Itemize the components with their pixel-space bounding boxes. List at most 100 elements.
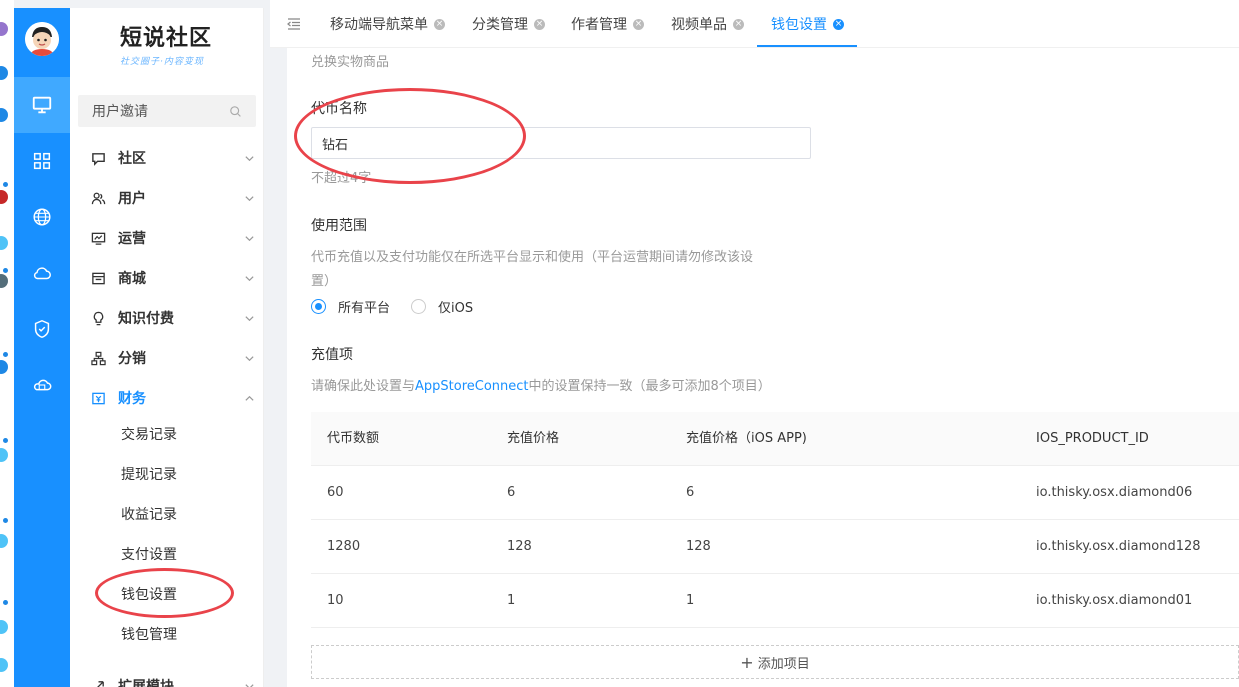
background-app-icon (0, 66, 8, 80)
rail-item-cloud[interactable] (14, 245, 70, 301)
radio-dot (311, 299, 326, 314)
menu-group-knowledge[interactable]: 知识付费 (70, 298, 264, 338)
app-root: 短说社区 社交圈子·内容变现 用户邀请 社区 用户 运营 商城 知识付费 分销 … (0, 0, 1239, 687)
menu-group-operations[interactable]: 运营 (70, 218, 264, 258)
tree-icon (90, 350, 106, 366)
recharge-label: 充值项 (311, 347, 353, 363)
extension-icon (90, 678, 106, 687)
brand-slogan: 社交圈子·内容变现 (120, 57, 204, 67)
icon-rail (14, 8, 70, 687)
tab-author-management[interactable]: 作者管理 × (571, 0, 644, 48)
background-dot (3, 438, 8, 443)
background-edge-strip (0, 0, 14, 687)
tab-wallet-settings[interactable]: 钱包设置 × (771, 0, 844, 48)
menu-group-finance[interactable]: 财务 (70, 378, 264, 418)
menu-collapse-icon[interactable] (286, 16, 302, 32)
submenu-item-wallet-management[interactable]: 钱包管理 (121, 615, 177, 655)
background-dot (3, 182, 8, 187)
background-app-icon (0, 22, 8, 36)
radio-dot (411, 299, 426, 314)
table-row[interactable]: 60 6 6 io.thisky.osx.diamond06 (311, 466, 1239, 520)
table-cell: 1280 (327, 539, 361, 554)
table-header-cell: IOS_PRODUCT_ID (1036, 431, 1149, 446)
menu-group-community[interactable]: 社区 (70, 138, 264, 178)
menu-group-label: 社区 (118, 151, 146, 167)
menu-group-label: 扩展模块 (118, 679, 174, 687)
menu-search[interactable]: 用户邀请 (78, 95, 256, 127)
tab-bar: 移动端导航菜单 × 分类管理 × 作者管理 × 视频单品 × 钱包设置 × (270, 0, 1239, 48)
menu-group-distribution[interactable]: 分销 (70, 338, 264, 378)
rail-item-desktop[interactable] (14, 77, 70, 133)
radio-label: 所有平台 (338, 301, 391, 316)
chevron-down-icon (234, 353, 264, 364)
table-cell: 60 (327, 485, 344, 500)
tab-category-management[interactable]: 分类管理 × (472, 0, 545, 48)
wallet-settings-form: 兑换实物商品 代币名称 不超过4字 使用范围 代币充值以及支付功能仅在所选平台显… (287, 48, 1239, 687)
tab-label: 作者管理 (571, 17, 627, 33)
plus-icon: + (740, 652, 754, 672)
chat-icon (90, 150, 106, 166)
menu-group-users[interactable]: 用户 (70, 178, 264, 218)
submenu-item-payment-settings[interactable]: 支付设置 (121, 535, 177, 575)
submenu-item-withdrawals[interactable]: 提现记录 (121, 455, 177, 495)
menu-group-extensions[interactable]: 扩展模块 (70, 666, 264, 687)
rail-item-apps[interactable] (14, 133, 70, 189)
close-icon[interactable]: × (633, 18, 644, 30)
avatar[interactable] (25, 22, 59, 56)
rail-item-cloud-server[interactable] (14, 357, 70, 413)
rail-item-web[interactable] (14, 189, 70, 245)
scope-radio-ios-only[interactable]: 仅iOS (411, 297, 473, 316)
recharge-desc-prefix: 请确保此处设置与 (311, 379, 416, 394)
menu-group-label: 运营 (118, 231, 146, 247)
tab-mobile-nav-menu[interactable]: 移动端导航菜单 × (330, 0, 445, 48)
table-cell: io.thisky.osx.diamond01 (1036, 593, 1193, 608)
table-row[interactable]: 10 1 1 io.thisky.osx.diamond01 (311, 574, 1239, 628)
table-row[interactable]: 1280 128 128 io.thisky.osx.diamond128 (311, 520, 1239, 574)
menu-group-label: 财务 (118, 391, 146, 407)
bulb-icon (90, 310, 106, 326)
table-cell: 1 (686, 593, 695, 608)
background-app-icon (0, 448, 8, 462)
background-dot (3, 352, 8, 357)
tab-label: 钱包设置 (771, 17, 827, 33)
add-item-button[interactable]: + 添加项目 (311, 645, 1239, 679)
table-cell: io.thisky.osx.diamond06 (1036, 485, 1193, 500)
desktop-icon (32, 96, 52, 114)
tab-video-items[interactable]: 视频单品 × (671, 0, 744, 48)
background-app-icon (0, 658, 8, 672)
shield-check-icon (34, 319, 50, 339)
table-cell: 10 (327, 593, 344, 608)
search-icon[interactable] (229, 105, 242, 118)
submenu-item-earnings[interactable]: 收益记录 (121, 495, 177, 535)
table-header-cell: 代币数额 (327, 431, 380, 446)
close-icon[interactable]: × (534, 18, 545, 30)
coin-name-input[interactable] (311, 127, 811, 159)
background-app-icon (0, 534, 8, 548)
close-icon[interactable]: × (434, 18, 445, 30)
chevron-down-icon (234, 273, 264, 284)
background-app-icon (0, 236, 8, 250)
top-hint-text: 兑换实物商品 (311, 55, 390, 70)
submenu-item-transactions[interactable]: 交易记录 (121, 415, 177, 455)
close-icon[interactable]: × (733, 18, 744, 30)
table-cell: 128 (686, 539, 711, 554)
submenu-item-wallet-settings[interactable]: 钱包设置 (121, 575, 177, 615)
chevron-down-icon (234, 193, 264, 204)
recharge-table: 代币数额 充值价格 充值价格（iOS APP) IOS_PRODUCT_ID 6… (311, 412, 1239, 628)
menu-group-label: 知识付费 (118, 311, 174, 327)
chevron-down-icon (234, 313, 264, 324)
chevron-down-icon (234, 153, 264, 164)
finance-icon (90, 390, 106, 406)
table-cell: 128 (507, 539, 532, 554)
appstoreconnect-link[interactable]: AppStoreConnect (415, 379, 529, 394)
menu-group-shop[interactable]: 商城 (70, 258, 264, 298)
table-header-cell: 充值价格（iOS APP) (686, 431, 807, 446)
scope-radio-all-platforms[interactable]: 所有平台 (311, 297, 390, 316)
chevron-up-icon (234, 393, 264, 404)
close-icon[interactable]: × (833, 18, 844, 30)
rail-item-security[interactable] (14, 301, 70, 357)
table-cell: io.thisky.osx.diamond128 (1036, 539, 1201, 554)
scope-description-line1: 代币充值以及支付功能仅在所选平台显示和使用（平台运营期间请勿修改该设 (311, 250, 754, 265)
background-app-icon (0, 274, 8, 288)
menu-group-label: 用户 (118, 191, 146, 207)
